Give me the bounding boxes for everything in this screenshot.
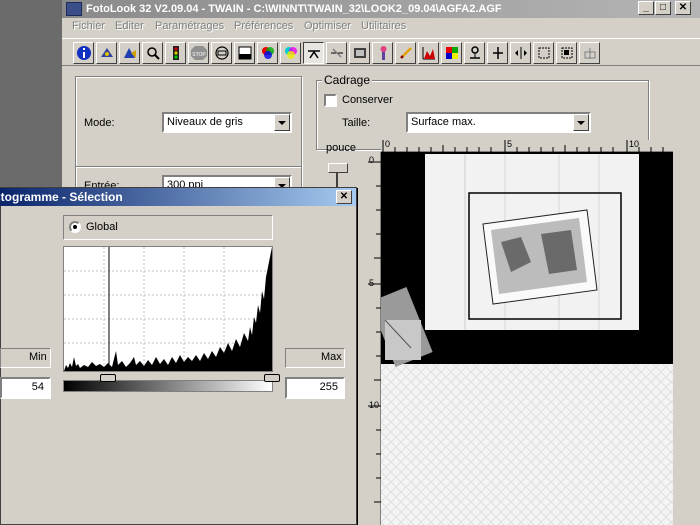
maximize-button[interactable]: □ [655,1,671,15]
size-select[interactable]: Surface max. [406,112,591,133]
move-icon[interactable] [487,42,508,64]
v-tick-10: 10 [369,400,380,410]
h-tick-0: 0 [385,139,391,149]
descreen-icon[interactable] [464,42,485,64]
min-label: Min [29,351,47,363]
keep-checkbox[interactable] [324,94,337,107]
wand-icon[interactable] [372,42,393,64]
histogram-chart[interactable] [63,246,273,372]
svg-text:STOP: STOP [192,52,206,58]
mirror-icon[interactable] [579,42,600,64]
max-slider-handle[interactable] [264,374,280,382]
close-button[interactable]: ✕ [675,1,691,15]
crop-icon[interactable] [533,42,554,64]
zoom-icon[interactable] [142,42,163,64]
size-select-value: Surface max. [411,116,476,128]
mode-label: Mode: [84,117,115,129]
pen-icon[interactable] [395,42,416,64]
menu-editer[interactable]: Editer [115,20,144,32]
tone-gradient-slider[interactable] [63,380,273,392]
dialog-titlebar[interactable]: Histogramme - Sélection [0,188,356,206]
cmy-icon[interactable] [280,42,301,64]
sharpen-icon[interactable] [326,42,347,64]
horizontal-ruler: 0 5 10 [381,139,673,152]
preview-area[interactable] [381,152,673,525]
size-label: Taille: [342,117,371,129]
chevron-down-icon[interactable] [274,114,290,131]
gradation-icon[interactable] [303,42,324,64]
menu-preferences[interactable]: Préférences [234,20,293,32]
info-icon[interactable] [73,42,94,64]
vertical-ruler: 0 5 10 [368,152,381,525]
menu-bar: Fichier Editer Paramétrages Préférences … [62,18,700,37]
stop-icon[interactable]: STOP [188,42,209,64]
mode-select[interactable]: Niveaux de gris [162,112,292,133]
crop-fit-icon[interactable] [556,42,577,64]
menu-optimiser[interactable]: Optimiser [304,20,351,32]
resize-icon[interactable] [510,42,531,64]
unit-label: pouce [326,142,356,154]
window-title: FotoLook 32 V2.09.04 - TWAIN - C:\WINNT\… [86,3,502,15]
global-radio[interactable] [69,221,81,233]
max-value-field[interactable]: 255 [285,377,345,399]
window-titlebar[interactable]: FotoLook 32 V2.09.04 - TWAIN - C:\WINNT\… [62,0,700,18]
max-label: Max [321,351,342,363]
h-tick-10: 10 [629,139,640,149]
film-icon[interactable] [349,42,370,64]
scanner-icon[interactable] [96,42,117,64]
global-label: Global [86,221,118,233]
min-slider-handle[interactable] [100,374,116,382]
v-tick-5: 5 [369,278,375,288]
density-icon[interactable] [234,42,255,64]
dialog-close-button[interactable]: ✕ [336,190,352,204]
cadrage-title: Cadrage [322,73,373,87]
h-tick-5: 5 [507,139,513,149]
minimize-button[interactable]: _ [638,1,654,15]
keep-label: Conserver [342,94,393,106]
min-value-field[interactable]: 54 [0,377,51,399]
reset-icon[interactable] [211,42,232,64]
traffic-light-icon[interactable] [165,42,186,64]
rgb-icon[interactable] [257,42,278,64]
unit-pointer [336,173,338,187]
v-tick-0: 0 [369,155,375,165]
color-balance-icon[interactable] [441,42,462,64]
mode-select-value: Niveaux de gris [167,116,243,128]
dialog-title: Histogramme - Sélection [0,190,123,204]
preview-scan-icon[interactable] [119,42,140,64]
app-icon[interactable] [66,2,82,16]
menu-utilitaires[interactable]: Utilitaires [361,20,406,32]
menu-parametrages[interactable]: Paramétrages [155,20,224,32]
unit-button[interactable] [328,163,348,173]
histogram-icon[interactable] [418,42,439,64]
chevron-down-icon[interactable] [573,114,589,131]
menu-fichier[interactable]: Fichier [72,20,105,32]
